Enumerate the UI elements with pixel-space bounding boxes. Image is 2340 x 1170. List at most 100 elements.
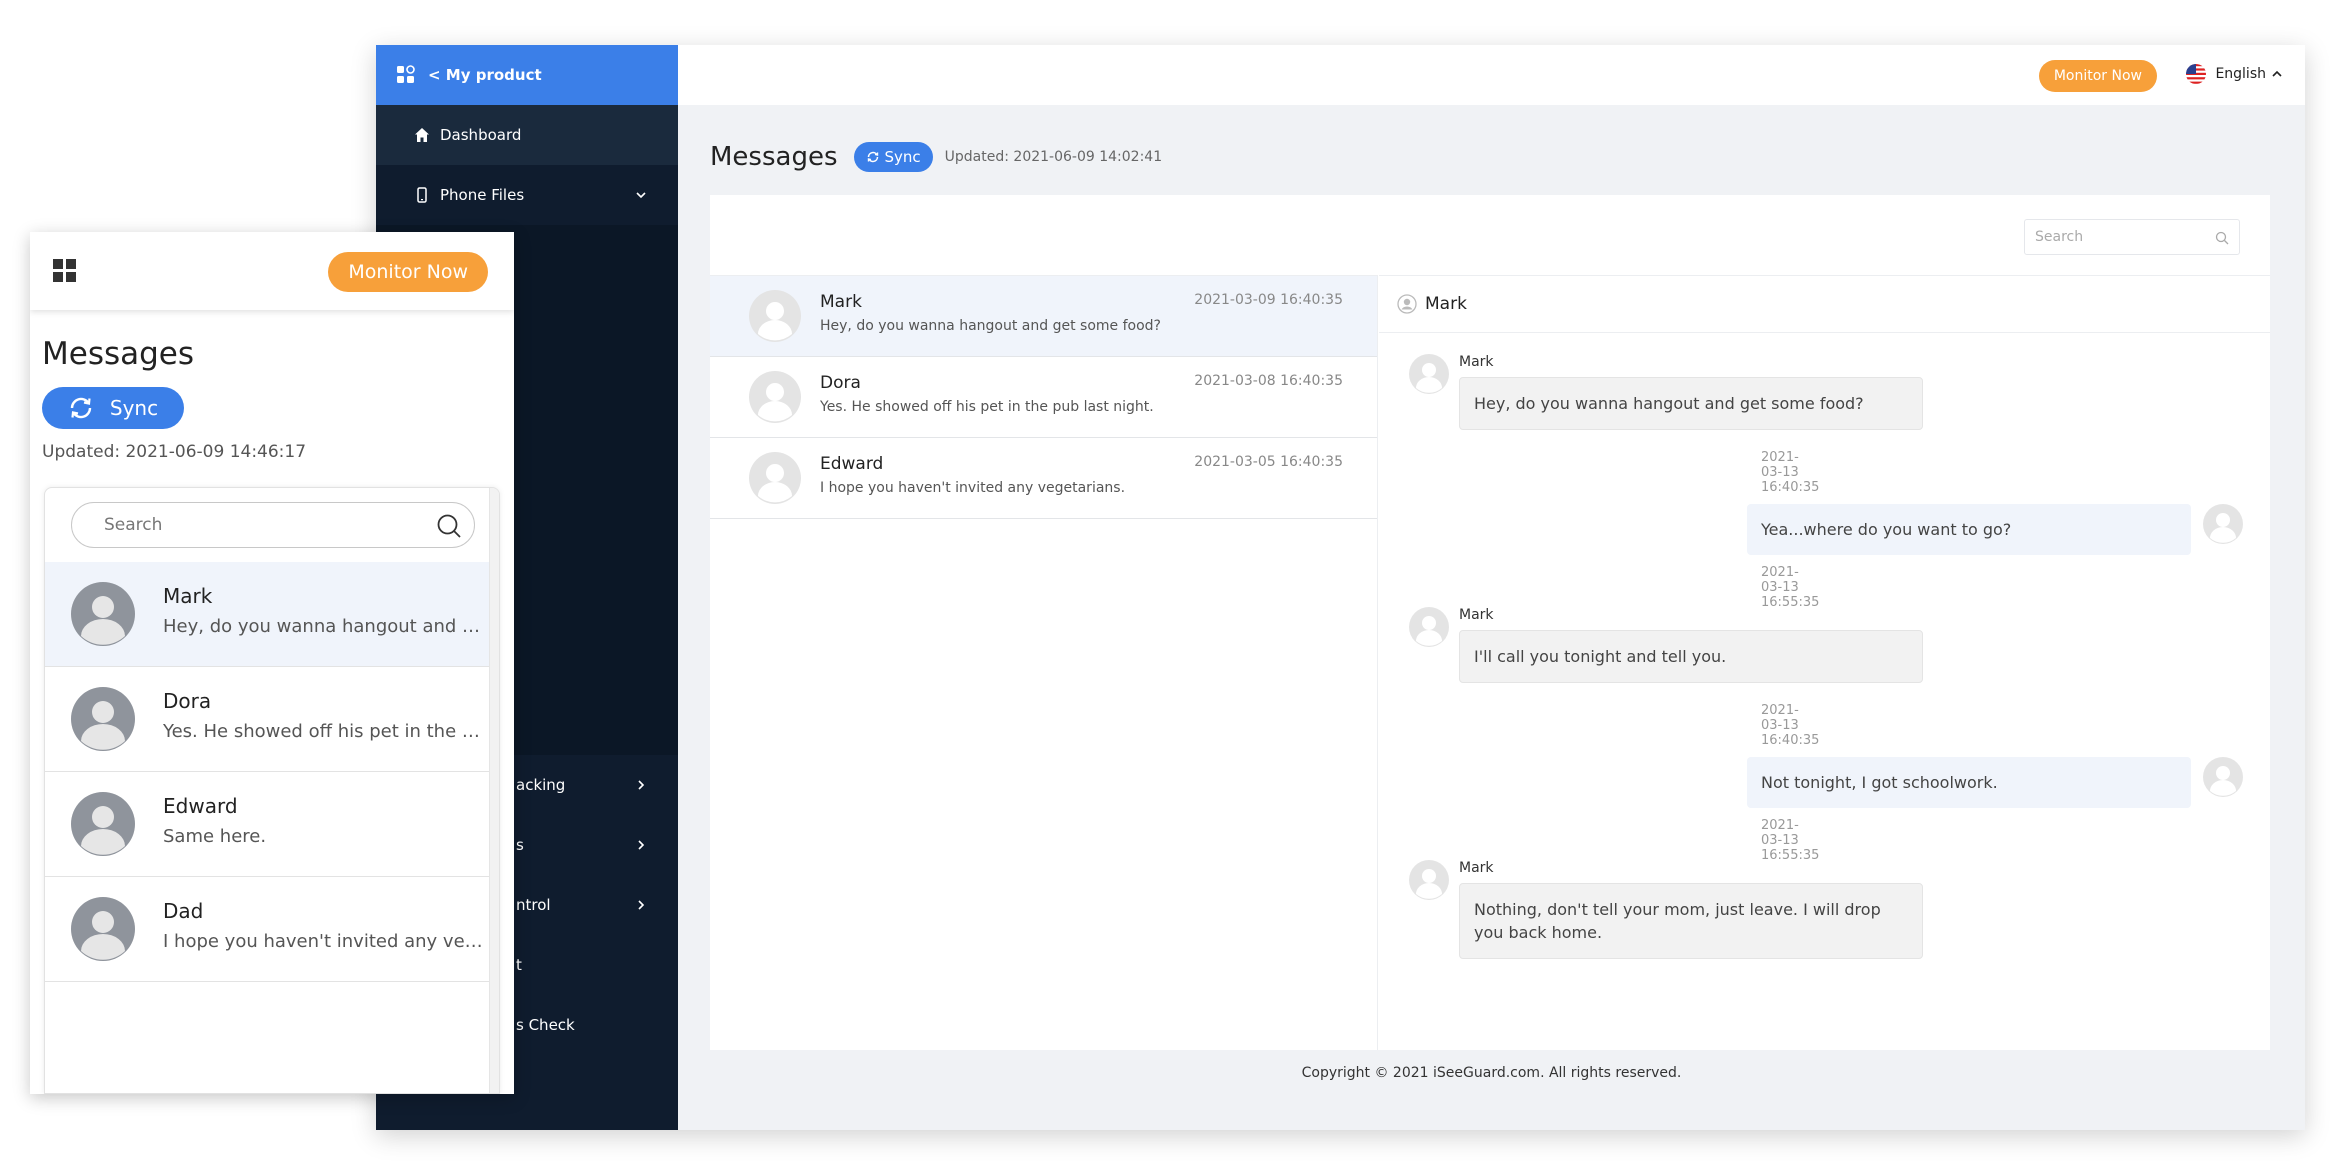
avatar-icon bbox=[71, 582, 135, 646]
updated-timestamp: Updated: 2021-06-09 14:02:41 bbox=[944, 149, 1163, 165]
desktop-window: < My product Dashboard Phone Files story… bbox=[376, 45, 2305, 1130]
conversation-list: Mark Hey, do you wanna hangout and get s… bbox=[710, 275, 1378, 1050]
avatar-icon bbox=[749, 371, 801, 423]
chevron-down-icon bbox=[636, 192, 646, 199]
avatar-icon bbox=[1409, 860, 1449, 900]
chevron-right-icon bbox=[638, 900, 645, 910]
sidebar-item-label: t bbox=[516, 956, 522, 974]
conversation-name: Dora bbox=[163, 689, 212, 713]
list-item[interactable]: Dora Yes. He showed off his pet in the p… bbox=[45, 667, 499, 772]
sync-label: Sync bbox=[109, 396, 159, 420]
conversation-preview: Hey, do you wanna hangout and get some f… bbox=[163, 616, 483, 637]
conversation-preview: Yes. He showed off his pet in the pub la… bbox=[820, 399, 1154, 415]
copyright-footer: Copyright © 2021 iSeeGuard.com. All righ… bbox=[1301, 1065, 1682, 1081]
chevron-right-icon bbox=[638, 780, 645, 790]
conversation-preview: I hope you haven't invited any vegetaria… bbox=[820, 480, 1126, 496]
user-icon bbox=[1397, 294, 1417, 314]
sidebar-item-label: s Check bbox=[516, 1016, 575, 1034]
sync-button[interactable]: Sync bbox=[853, 142, 933, 172]
avatar-icon bbox=[749, 452, 801, 504]
product-switcher[interactable]: < My product bbox=[376, 45, 678, 105]
avatar-icon bbox=[1409, 354, 1449, 394]
mobile-view: Monitor Now Messages Sync Updated: 2021-… bbox=[30, 232, 514, 1094]
sidebar-item-dashboard[interactable]: Dashboard bbox=[376, 105, 678, 165]
conversation-preview: Hey, do you wanna hangout and get some f… bbox=[820, 318, 1161, 334]
search-icon[interactable] bbox=[2215, 231, 2229, 245]
product-label: < My product bbox=[428, 66, 542, 84]
top-bar: Monitor Now English bbox=[678, 45, 2305, 105]
page-title: Messages bbox=[710, 142, 838, 172]
message-sender: Mark bbox=[1459, 860, 1494, 876]
conversation-name: Mark bbox=[163, 584, 213, 608]
message-sender: Mark bbox=[1459, 607, 1494, 623]
page-header: Messages Sync Updated: 2021-06-09 14:02:… bbox=[710, 137, 1162, 177]
message-bubble: I'll call you tonight and tell you. bbox=[1459, 630, 1923, 683]
chevron-up-icon bbox=[2272, 70, 2282, 77]
conversation-preview: I hope you haven't invited any vegetaria… bbox=[163, 931, 483, 952]
conversation-item[interactable]: Mark Hey, do you wanna hangout and get s… bbox=[710, 276, 1377, 357]
list-item[interactable]: Mark Hey, do you wanna hangout and get s… bbox=[45, 562, 499, 667]
mobile-page-title: Messages bbox=[42, 336, 195, 372]
phone-icon bbox=[417, 187, 427, 203]
sync-label: Sync bbox=[884, 148, 921, 166]
chat-view: Mark Mark Hey, do you wanna hangout and … bbox=[1379, 275, 2270, 1050]
conversation-item[interactable]: Edward I hope you haven't invited any ve… bbox=[710, 438, 1377, 519]
messages-panel: Search Mark Hey, do you wanna hangout an… bbox=[710, 195, 2270, 1050]
sidebar-item-label: acking bbox=[516, 776, 566, 794]
mobile-conversation-list: Mark Hey, do you wanna hangout and get s… bbox=[45, 562, 499, 982]
avatar-icon bbox=[1409, 607, 1449, 647]
search-icon[interactable] bbox=[436, 513, 462, 539]
mobile-sync-button[interactable]: Sync bbox=[42, 387, 184, 429]
us-flag-icon bbox=[2186, 64, 2207, 84]
conversation-preview: Yes. He showed off his pet in the pub la… bbox=[163, 721, 483, 742]
conversation-time: 2021-03-08 16:40:35 bbox=[1194, 373, 1343, 389]
apps-icon bbox=[397, 65, 415, 83]
conversation-preview: Same here. bbox=[163, 826, 267, 847]
message-time: 2021-03-13 16:40:35 bbox=[1761, 450, 1820, 495]
mobile-updated-timestamp: Updated: 2021-06-09 14:46:17 bbox=[42, 442, 307, 462]
sidebar-item-phone-files[interactable]: Phone Files bbox=[376, 165, 678, 225]
sync-icon bbox=[70, 397, 92, 419]
conversation-name: Dora bbox=[820, 373, 861, 393]
mobile-top-bar: Monitor Now bbox=[30, 232, 514, 310]
message-bubble: Nothing, don't tell your mom, just leave… bbox=[1459, 883, 1923, 959]
search-placeholder: Search bbox=[2035, 229, 2084, 245]
mobile-monitor-now-button[interactable]: Monitor Now bbox=[328, 252, 488, 292]
message-time: 2021-03-13 16:40:35 bbox=[1761, 703, 1820, 748]
mobile-conversation-card: Search Mark Hey, do you wanna hangout an… bbox=[44, 487, 500, 1094]
conversation-item[interactable]: Dora Yes. He showed off his pet in the p… bbox=[710, 357, 1377, 438]
conversation-name: Mark bbox=[820, 292, 862, 312]
list-item[interactable]: Edward Same here. bbox=[45, 772, 499, 877]
conversation-name: Edward bbox=[820, 454, 884, 474]
home-icon bbox=[415, 128, 429, 142]
avatar-icon bbox=[71, 897, 135, 961]
chat-header: Mark bbox=[1379, 276, 2270, 333]
conversation-time: 2021-03-05 16:40:35 bbox=[1194, 454, 1343, 470]
message-sender: Mark bbox=[1459, 354, 1494, 370]
scrollbar[interactable] bbox=[489, 488, 499, 1093]
mobile-search-input[interactable]: Search bbox=[71, 502, 475, 548]
monitor-now-button[interactable]: Monitor Now bbox=[2038, 60, 2157, 92]
search-input[interactable]: Search bbox=[2024, 219, 2240, 255]
avatar-icon bbox=[749, 290, 801, 342]
avatar-icon bbox=[2203, 757, 2243, 797]
message-bubble: Yea...where do you want to go? bbox=[1747, 504, 2191, 555]
conversation-name: Dad bbox=[163, 899, 204, 923]
language-selector[interactable]: English bbox=[2185, 63, 2283, 85]
conversation-name: Edward bbox=[163, 794, 238, 818]
chat-contact-name: Mark bbox=[1425, 294, 1467, 314]
message-time: 2021-03-13 16:55:35 bbox=[1761, 818, 1820, 863]
avatar-icon bbox=[2203, 504, 2243, 544]
conversation-time: 2021-03-09 16:40:35 bbox=[1194, 292, 1343, 308]
sidebar-item-label: Dashboard bbox=[440, 126, 522, 144]
search-placeholder: Search bbox=[104, 515, 163, 535]
sidebar-item-label: Phone Files bbox=[440, 186, 525, 204]
sync-icon bbox=[867, 151, 878, 163]
sidebar-item-label: s bbox=[516, 836, 524, 854]
chevron-right-icon bbox=[638, 840, 645, 850]
message-bubble: Hey, do you wanna hangout and get some f… bbox=[1459, 377, 1923, 430]
language-label: English bbox=[2215, 66, 2266, 82]
sidebar-item-label: ntrol bbox=[516, 896, 551, 914]
grid-menu-icon[interactable] bbox=[52, 258, 78, 284]
list-item[interactable]: Dad I hope you haven't invited any veget… bbox=[45, 877, 499, 982]
